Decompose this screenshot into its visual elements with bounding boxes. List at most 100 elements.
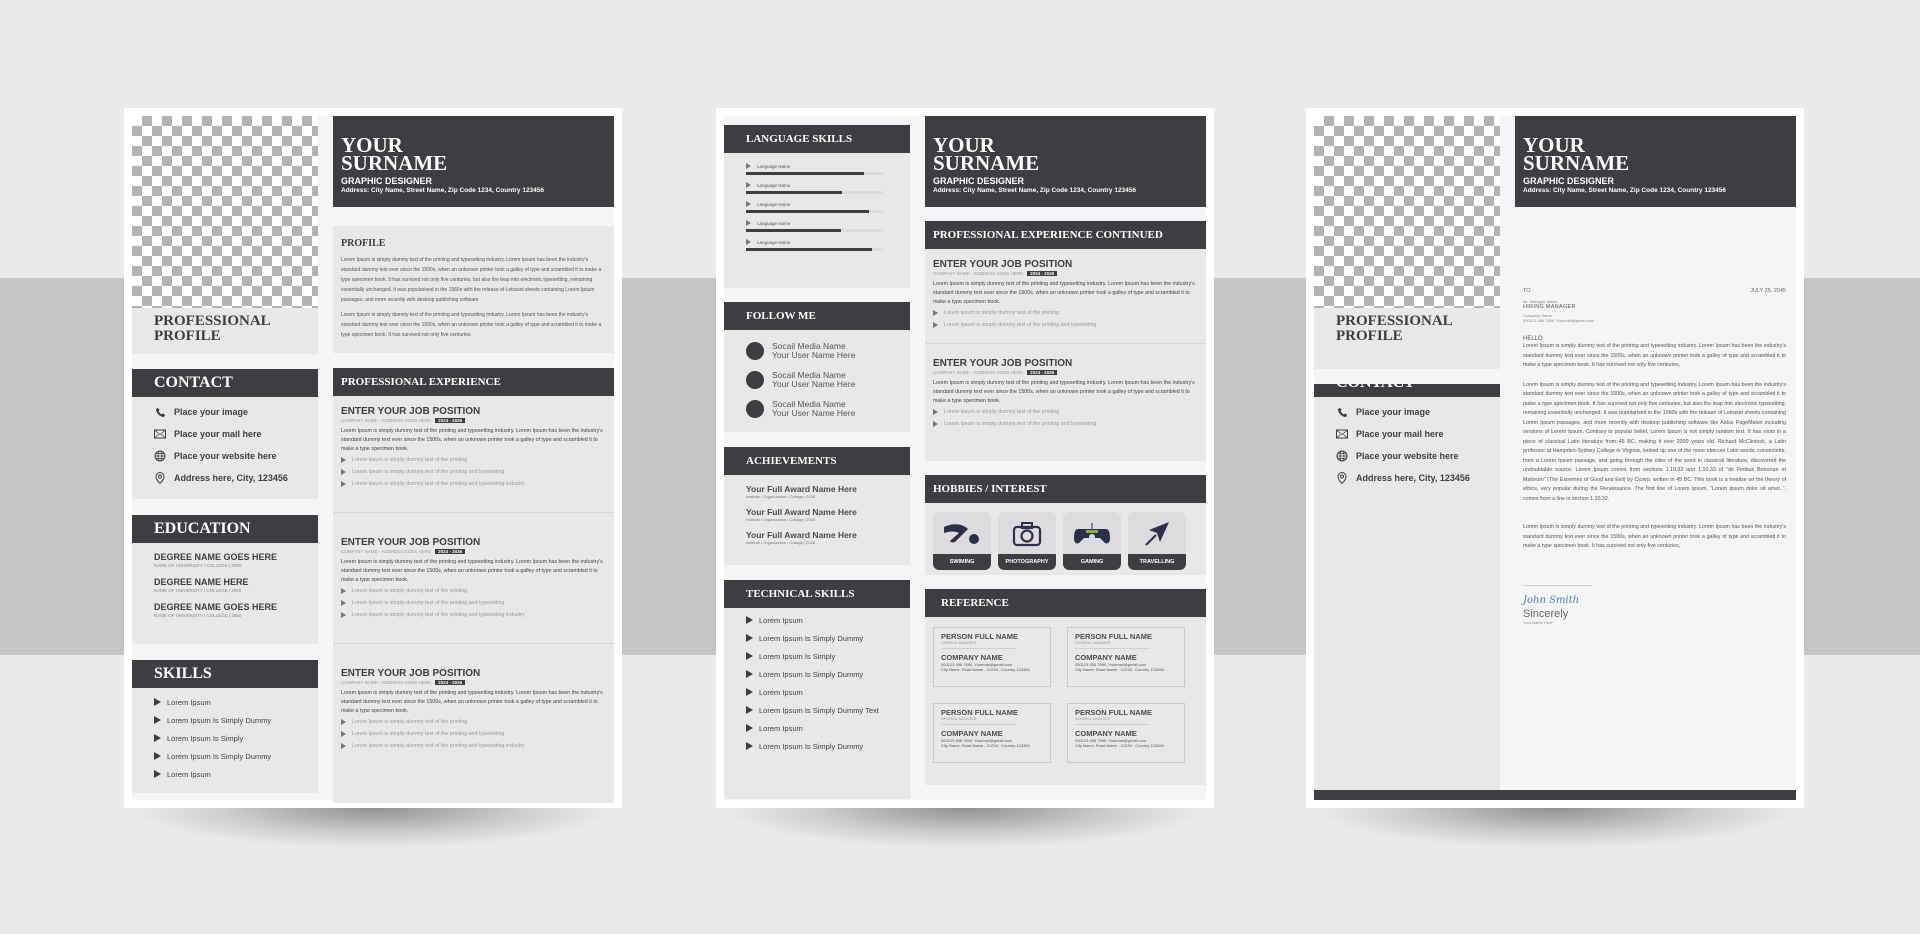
contact-item[interactable]: Place your mail here [1314, 423, 1500, 445]
company-address: COMPANY NAME - ADDRESS GOES HERE [933, 370, 1024, 375]
triangle-bullet-icon [154, 734, 161, 742]
job-bullet: Lorem Ipsum is simply dummy text of the … [933, 307, 1198, 319]
job-meta: COMPANY NAME - ADDRESS GOES HERE 2024 - 2… [933, 370, 1198, 375]
reference-address: City Name, Road Name - 01234 , Country 1… [941, 743, 1030, 748]
social-item[interactable]: Socail Media Name Your User Name Here [724, 365, 910, 394]
reference-address: City Name, Road Name - 01234 , Country 1… [1075, 667, 1164, 672]
language-level-fill [746, 191, 842, 194]
contact-item[interactable]: Place your image [1314, 401, 1500, 423]
award-org: Institute / Organization / Collage | 202… [746, 517, 816, 522]
date-badge: 2024 - 2026 [435, 680, 466, 685]
list-item: Lorem Ipsum Is Simply Dummy [132, 747, 318, 765]
reference-card: PERSON FULL NAME GENERAL MANAGER COMPANY N… [1067, 627, 1185, 687]
professional-profile-line2: PROFILE [154, 328, 221, 344]
job-bullet: Lorem Ipsum is simply dummy text of the … [341, 609, 606, 621]
triangle-bullet-icon [746, 616, 753, 624]
left-sidebar: PROFESSIONAL PROFILE CONTACT Place your … [132, 116, 318, 793]
language-label: Language Name [746, 237, 910, 247]
contact-item[interactable]: Place your mail here [132, 423, 318, 445]
recipient-title: HIRING MANAGER [1523, 304, 1576, 310]
reference-card: PERSON FULL NAME GENERAL MANAGER COMPANY N… [1067, 703, 1185, 763]
job-meta: COMPANY NAME - ADDRESS GOES HERE 2024 - 2… [933, 271, 1198, 276]
reference-panel: PERSON FULL NAME GENERAL MANAGER COMPANY N… [925, 617, 1206, 785]
cover-letter: TO JULY 25, 2045 Mr. Manager Name HIRING… [1515, 288, 1796, 625]
contact-item[interactable]: Place your image [132, 401, 318, 423]
resume-page-2: LANGUAGE SKILLS Language Name Language Na… [716, 108, 1214, 808]
experience-continued-section: PROFESSIONAL EXPERIENCE CONTINUED ENTER … [925, 221, 1206, 461]
camera-icon [998, 517, 1056, 551]
experience-list: ENTER YOUR JOB POSITION COMPANY NAME - AD… [925, 249, 1206, 461]
list-item: Lorem Ipsum Is Simply Dummy [724, 737, 910, 755]
list-item: Lorem Ipsum [724, 719, 910, 737]
page-shadow [730, 808, 1200, 848]
technical-heading: TECHNICAL SKILLS [724, 580, 910, 608]
triangle-bullet-icon [341, 612, 346, 618]
company-address: COMPANY NAME - ADDRESS GOES HERE [933, 271, 1024, 276]
contact-item[interactable]: Place your website here [132, 445, 318, 467]
list-item-text: Lorem Ipsum Is Simply Dummy [167, 751, 272, 761]
job-position: ENTER YOUR JOB POSITION [933, 358, 1073, 369]
contact-item[interactable]: Address here, City, 123456 [1314, 467, 1500, 489]
name-line2: SURNAME [341, 151, 448, 175]
phone-icon [154, 406, 166, 418]
list-item-text: Lorem Ipsum [167, 769, 211, 779]
reference-name: PERSON FULL NAME [941, 632, 1018, 641]
photo-placeholder[interactable] [132, 116, 318, 308]
contact-item[interactable]: Place your website here [1314, 445, 1500, 467]
contact-item-text: Place your website here [174, 451, 277, 461]
job-bullet-text: Lorem Ipsum is simply dummy text of the … [352, 588, 468, 594]
globe-icon [1336, 450, 1348, 462]
contact-item[interactable]: Address here, City, 123456 [132, 467, 318, 489]
contact-heading: CONTACT [132, 369, 318, 397]
language-level-bar [746, 210, 883, 213]
experience-continued-heading: PROFESSIONAL EXPERIENCE CONTINUED [925, 221, 1206, 249]
school-name: NAME OF UNIVERSITY / COLLEGE | 2050 [154, 563, 242, 568]
social-item[interactable]: Socail Media Name Your User Name Here [724, 394, 910, 423]
social-text: Socail Media Name Your User Name Here [772, 341, 856, 360]
language-level-bar [746, 172, 883, 175]
language-item: Language Name [724, 218, 910, 232]
reference-company: COMPANY NAME [1075, 653, 1137, 662]
triangle-bullet-icon [341, 731, 346, 737]
list-item: Lorem Ipsum Is Simply Dummy Text [724, 701, 910, 719]
social-text: Socail Media Name Your User Name Here [772, 370, 855, 389]
job-bullet-text: Lorem Ipsum is simply dummy text of the … [352, 481, 525, 487]
photo-placeholder[interactable] [1314, 116, 1500, 308]
social-item[interactable]: Socail Media Name Your User Name Here [724, 336, 910, 365]
list-item-text: Lorem Ipsum [759, 615, 803, 625]
education-item: DEGREE NAME HERE NAME OF UNIVERSITY / COL… [132, 577, 318, 594]
reference-address: City Name, Road Name - 01234 , Country 1… [1075, 743, 1164, 748]
follow-list: Socail Media Name Your User Name Here Soca… [724, 330, 910, 432]
reference-title: GENERAL MANAGER [1075, 641, 1150, 649]
job-meta: COMPANY NAME - ADDRESS GOES HERE 2024 - 2… [341, 418, 606, 423]
list-item-text: Lorem Ipsum Is Simply Dummy [167, 715, 272, 725]
achievements-list: Your Full Award Name Here Institute / Org… [724, 475, 910, 565]
award-org: Institute / Organization / Collage | 202… [746, 494, 816, 499]
professional-profile-line2: PROFILE [1336, 328, 1403, 344]
job-bullet-text: Lorem Ipsum is simply dummy text of the … [944, 310, 1060, 316]
closing: Sincerely [1523, 607, 1569, 620]
reference-card: PERSON FULL NAME GENERAL MANAGER COMPANY N… [933, 703, 1051, 763]
social-username: Your User Name Here [772, 349, 856, 360]
profile-paragraph: Lorem Ipsum is simply dummy text of the … [341, 257, 602, 303]
language-section: LANGUAGE SKILLS Language Name Language Na… [724, 125, 910, 288]
social-icon [746, 399, 764, 418]
school-name: NAME OF UNIVERSITY / COLLEGE | 2050 [154, 613, 242, 618]
hobby-card: PHOTOGRAPHY [998, 512, 1056, 570]
contact-item-text: Place your mail here [174, 429, 262, 439]
job-bullet: Lorem Ipsum is simply dummy text of the … [341, 728, 606, 740]
degree-name: DEGREE NAME GOES HERE [154, 552, 278, 562]
name-header: YOUR SURNAME GRAPHIC DESIGNER Address: C… [1515, 116, 1796, 207]
contact-list: Place your image Place your mail here Plac… [1314, 397, 1500, 499]
job-position: ENTER YOUR JOB POSITION [933, 259, 1073, 270]
your-name: Your Name Here [1523, 619, 1553, 625]
job-bullet-text: Lorem Ipsum is simply dummy text of the … [944, 421, 1097, 427]
reference-name: PERSON FULL NAME [941, 708, 1018, 717]
contact-section: CONTACT Place your image Place your mail … [132, 369, 318, 499]
hobby-label: SWIMING [933, 554, 991, 570]
triangle-bullet-icon [933, 310, 938, 316]
recipient-contact: 000123 456 7890, Yourmail@gmail.com [1523, 318, 1594, 323]
language-name: Language Name [757, 163, 791, 169]
triangle-bullet-icon [746, 634, 753, 642]
triangle-bullet-icon [746, 201, 751, 207]
